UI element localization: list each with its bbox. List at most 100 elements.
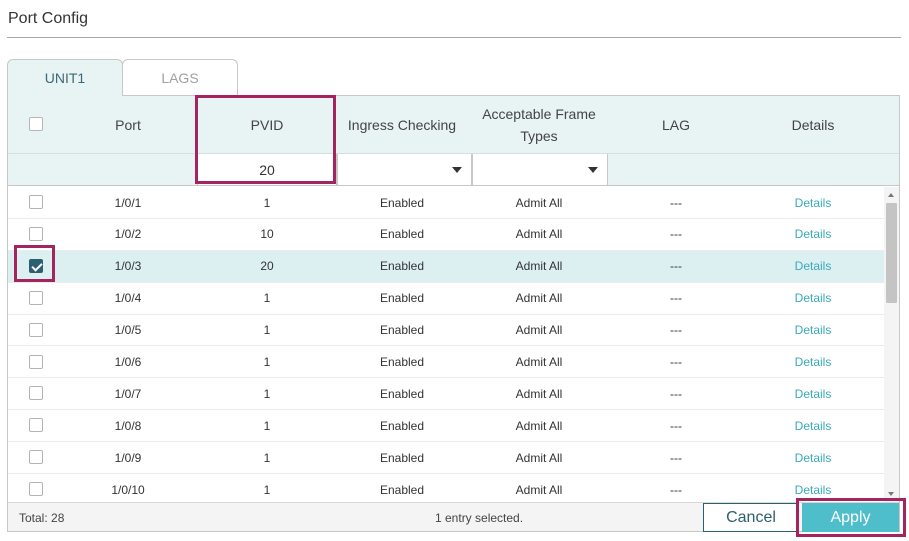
details-link[interactable]: Details: [744, 283, 882, 314]
cell-lag: ---: [670, 418, 682, 433]
cell-pvid: 1: [263, 418, 271, 433]
ingress-checking-select[interactable]: [337, 154, 472, 185]
cell-acceptable-frame-types: Admit All: [515, 386, 563, 401]
cell-port: 1/0/9: [114, 450, 142, 465]
cell-acceptable-frame-types: Admit All: [515, 291, 563, 306]
filter-row: 20: [8, 154, 899, 186]
row-checkbox[interactable]: [29, 354, 43, 369]
table-row[interactable]: 1/0/9 1 Enabled Admit All --- Details: [8, 442, 884, 475]
cell-port: 1/0/7: [114, 386, 142, 401]
row-checkbox[interactable]: [29, 195, 43, 209]
cell-lag: ---: [670, 323, 682, 338]
page-title: Port Config: [8, 10, 89, 27]
row-checkbox[interactable]: [29, 322, 43, 337]
cell-port: 1/0/1: [114, 195, 142, 210]
table-row[interactable]: 1/0/10 1 Enabled Admit All --- Details: [8, 474, 884, 502]
port-config-table: Port PVID Ingress Checking Acceptable Fr…: [7, 95, 900, 532]
scroll-up-icon[interactable]: [888, 193, 894, 197]
pvid-input[interactable]: 20: [197, 154, 337, 185]
cell-acceptable-frame-types: Admit All: [515, 418, 563, 433]
cell-pvid: 1: [263, 450, 271, 465]
cell-pvid: 10: [260, 227, 274, 242]
table-row[interactable]: 1/0/3 20 Enabled Admit All --- Details: [8, 250, 884, 283]
select-all-checkbox[interactable]: [29, 117, 43, 131]
apply-button[interactable]: Apply: [802, 503, 899, 532]
row-checkbox[interactable]: [29, 258, 43, 273]
cell-ingress-checking: Enabled: [379, 482, 425, 497]
table-body: 1/0/1 1 Enabled Admit All --- Details 1/0/2 10 E…: [8, 187, 884, 502]
table-row[interactable]: 1/0/4 1 Enabled Admit All --- Details: [8, 283, 884, 315]
cell-ingress-checking: Enabled: [379, 418, 425, 433]
details-link[interactable]: Details: [744, 347, 882, 378]
row-checkbox[interactable]: [29, 226, 43, 241]
row-checkbox[interactable]: [29, 482, 43, 497]
table-row[interactable]: 1/0/1 1 Enabled Admit All --- Details: [8, 187, 884, 219]
cell-port: 1/0/4: [114, 291, 142, 306]
col-header-ingress-checking[interactable]: Ingress Checking: [337, 96, 467, 154]
row-checkbox[interactable]: [29, 386, 43, 401]
tab-lags[interactable]: LAGS: [122, 59, 238, 96]
table-scrollbar[interactable]: [884, 187, 899, 502]
cell-ingress-checking: Enabled: [379, 355, 425, 369]
cell-lag: ---: [670, 259, 682, 274]
total-count: Total: 28: [19, 511, 65, 525]
cell-acceptable-frame-types: Admit All: [515, 227, 563, 242]
cell-ingress-checking: Enabled: [379, 259, 425, 274]
col-header-acceptable-frame-types[interactable]: Acceptable Frame Types: [471, 96, 607, 154]
cell-acceptable-frame-types: Admit All: [515, 355, 563, 369]
tab-unit1[interactable]: UNIT1: [7, 59, 123, 96]
cancel-button[interactable]: Cancel: [703, 503, 799, 532]
row-checkbox[interactable]: [29, 450, 43, 465]
title-divider: [7, 37, 901, 38]
details-link[interactable]: Details: [744, 378, 882, 409]
cell-port: 1/0/2: [114, 227, 142, 242]
row-checkbox[interactable]: [29, 418, 43, 433]
details-link[interactable]: Details: [744, 315, 882, 346]
cell-port: 1/0/3: [114, 259, 142, 274]
cell-pvid: 1: [263, 386, 271, 401]
table-row[interactable]: 1/0/8 1 Enabled Admit All --- Details: [8, 410, 884, 443]
table-header: Port PVID Ingress Checking Acceptable Fr…: [8, 96, 899, 154]
cell-pvid: 1: [263, 291, 271, 306]
details-link[interactable]: Details: [744, 474, 882, 502]
cell-ingress-checking: Enabled: [379, 323, 425, 338]
details-link[interactable]: Details: [744, 442, 882, 473]
cell-lag: ---: [670, 386, 682, 401]
scrollbar-thumb[interactable]: [886, 203, 897, 303]
cell-lag: ---: [670, 450, 682, 465]
cell-ingress-checking: Enabled: [379, 386, 425, 401]
cell-pvid: 20: [260, 259, 274, 274]
cell-ingress-checking: Enabled: [379, 450, 425, 465]
scroll-down-icon[interactable]: [888, 492, 894, 496]
cell-lag: ---: [670, 355, 682, 369]
col-header-pvid[interactable]: PVID: [197, 96, 337, 154]
cell-pvid: 1: [263, 323, 271, 338]
cell-lag: ---: [670, 291, 682, 306]
cell-pvid: 1: [263, 195, 271, 210]
col-header-lag[interactable]: LAG: [608, 96, 744, 154]
chevron-down-icon: [452, 167, 462, 173]
cell-ingress-checking: Enabled: [379, 195, 425, 210]
table-row[interactable]: 1/0/7 1 Enabled Admit All --- Details: [8, 378, 884, 411]
table-row[interactable]: 1/0/2 10 Enabled Admit All --- Details: [8, 219, 884, 251]
row-checkbox[interactable]: [29, 290, 43, 305]
details-link[interactable]: Details: [744, 187, 882, 218]
acceptable-frame-types-select[interactable]: [472, 154, 608, 185]
selection-status: 1 entry selected.: [435, 511, 524, 525]
cell-acceptable-frame-types: Admit All: [515, 195, 563, 210]
cell-port: 1/0/8: [114, 418, 142, 433]
details-link[interactable]: Details: [744, 251, 882, 282]
table-row[interactable]: 1/0/5 1 Enabled Admit All --- Details: [8, 315, 884, 347]
cell-port: 1/0/10: [111, 482, 145, 497]
cell-ingress-checking: Enabled: [379, 227, 425, 242]
cell-pvid: 1: [263, 355, 271, 369]
details-link[interactable]: Details: [744, 219, 882, 250]
cell-port: 1/0/5: [114, 323, 142, 338]
col-header-port[interactable]: Port: [68, 96, 188, 154]
cell-pvid: 1: [263, 482, 271, 497]
col-header-details[interactable]: Details: [744, 96, 882, 154]
cell-lag: ---: [670, 195, 682, 210]
cell-lag: ---: [670, 227, 682, 242]
table-row[interactable]: 1/0/6 1 Enabled Admit All --- Details: [8, 347, 884, 379]
details-link[interactable]: Details: [744, 410, 882, 441]
